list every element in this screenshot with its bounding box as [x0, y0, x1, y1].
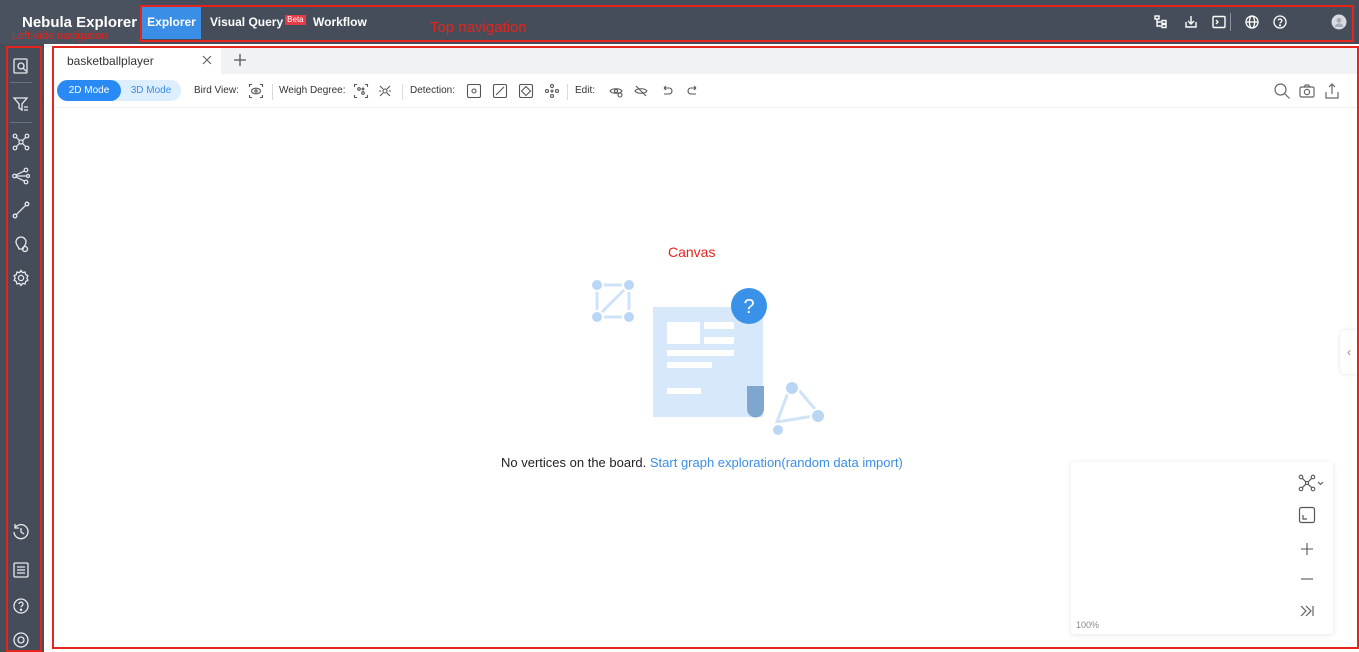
collapse-icon[interactable] — [1298, 602, 1316, 620]
redo-icon[interactable] — [685, 83, 701, 99]
toolbar-separator — [272, 84, 273, 100]
beta-badge: Beta — [285, 15, 306, 25]
detect-edge-icon[interactable] — [492, 83, 508, 99]
unhide-vertex-icon[interactable] — [633, 83, 649, 99]
chevron-left-icon: ‹ — [1347, 345, 1351, 359]
detect-subgraph-icon[interactable] — [518, 83, 534, 99]
weigh-degree-label: Weigh Degree: — [279, 85, 346, 96]
tab-label: basketballplayer — [67, 54, 154, 68]
zoom-out-icon[interactable] — [1298, 570, 1316, 588]
close-icon[interactable] — [200, 53, 214, 67]
export-icon[interactable] — [1323, 82, 1341, 100]
share-graph-icon[interactable] — [11, 166, 31, 186]
nav-visual-query[interactable]: Visual Query Beta — [202, 8, 314, 36]
tab-bar: basketballplayer — [55, 48, 1357, 74]
mode-switch: 2D Mode 3D Mode — [57, 80, 181, 101]
hide-vertex-icon[interactable] — [608, 83, 624, 99]
history-icon[interactable] — [11, 522, 31, 542]
canvas-toolbar: 2D Mode 3D Mode Bird View: Weigh Degree:… — [55, 76, 1357, 108]
help-circle-icon[interactable] — [11, 596, 31, 616]
console-icon[interactable] — [1211, 14, 1227, 30]
user-avatar-icon[interactable] — [1331, 14, 1347, 30]
zoom-level: 100% — [1076, 620, 1100, 630]
bird-view-icon[interactable] — [248, 83, 264, 99]
help-icon[interactable] — [1272, 14, 1288, 30]
mode-3d-button[interactable]: 3D Mode — [121, 80, 181, 101]
detect-cluster-icon[interactable] — [544, 83, 560, 99]
undo-icon[interactable] — [659, 83, 675, 99]
fit-view-icon[interactable] — [1298, 506, 1316, 524]
minimap: 100% — [1071, 462, 1333, 634]
left-separator — [10, 82, 32, 83]
nav-workflow[interactable]: Workflow — [305, 8, 375, 36]
app-title: Nebula Explorer — [22, 14, 138, 31]
add-tab-icon[interactable] — [232, 52, 248, 68]
canvas-annotation: Canvas — [668, 244, 716, 260]
bird-view-label: Bird View: — [194, 85, 239, 96]
left-navigation — [0, 44, 44, 652]
filter-icon[interactable] — [11, 94, 31, 114]
search-icon[interactable] — [1273, 82, 1291, 100]
schema-icon[interactable] — [1153, 14, 1169, 30]
start-exploration-link[interactable]: Start graph exploration(random data impo… — [650, 455, 903, 470]
nav-visual-query-label: Visual Query — [210, 15, 284, 29]
detection-label: Detection: — [410, 85, 456, 96]
tab-basketballplayer[interactable]: basketballplayer — [55, 48, 221, 74]
search-vertex-icon[interactable] — [11, 56, 31, 76]
toolbar-separator — [402, 84, 403, 100]
zoom-in-icon[interactable] — [1298, 540, 1316, 558]
edit-label: Edit: — [575, 85, 596, 96]
brand: Nebula Explorer Left-side navigation — [0, 0, 141, 44]
left-separator — [10, 122, 32, 123]
toolbar-separator — [567, 84, 568, 100]
camera-icon[interactable] — [1298, 82, 1316, 100]
top-navigation: Nebula Explorer Left-side navigation Exp… — [0, 0, 1359, 44]
template-icon[interactable] — [11, 560, 31, 580]
svg-text:?: ? — [743, 296, 754, 318]
settings-icon[interactable] — [11, 268, 31, 288]
setting-circle-icon[interactable] — [11, 630, 31, 650]
empty-canvas-illustration: ? — [590, 278, 826, 437]
left-nav-annotation: Left-side navigation — [12, 30, 108, 42]
mode-2d-button[interactable]: 2D Mode — [57, 80, 121, 101]
path-icon[interactable] — [11, 200, 31, 220]
globe-icon[interactable] — [1244, 14, 1260, 30]
weigh-degree-icon[interactable] — [353, 83, 369, 99]
layout-icon[interactable] — [1298, 474, 1324, 492]
side-panel-toggle[interactable]: ‹ — [1340, 330, 1358, 374]
graph-algorithm-icon[interactable] — [11, 132, 31, 152]
import-icon[interactable] — [1183, 14, 1199, 30]
vertex-property-icon[interactable] — [11, 234, 31, 254]
degree-reset-icon[interactable] — [377, 83, 393, 99]
detect-vertex-icon[interactable] — [466, 83, 482, 99]
top-separator — [1230, 13, 1231, 31]
empty-message: No vertices on the board. Start graph ex… — [501, 455, 903, 470]
empty-text: No vertices on the board. — [501, 455, 647, 470]
nav-explorer[interactable]: Explorer — [142, 6, 201, 39]
top-nav-annotation: Top navigation — [430, 19, 527, 36]
